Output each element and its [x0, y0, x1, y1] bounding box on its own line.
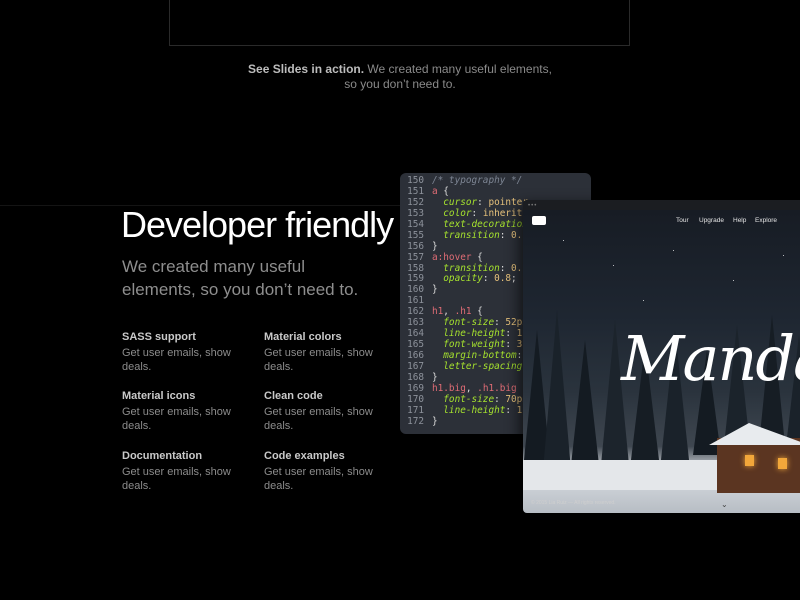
cabin	[717, 438, 800, 493]
code-token: inherit	[482, 207, 523, 219]
feature-desc: Get user emails, show deals.	[264, 466, 373, 492]
code-token: :	[505, 328, 517, 340]
feature-item: Documentation Get user emails, show deal…	[122, 449, 247, 493]
nav-help[interactable]: Help	[733, 217, 746, 224]
feature-desc: Get user emails, show deals.	[264, 406, 373, 432]
feature-item: SASS support Get user emails, show deals…	[122, 330, 247, 374]
line-number: 156	[407, 240, 424, 252]
feature-title: Clean code	[264, 390, 323, 402]
code-token: :	[477, 196, 489, 208]
section-title: Developer friendly	[121, 204, 394, 245]
browser-chrome: •••	[523, 200, 800, 210]
code-token: :	[499, 229, 512, 241]
code-token: letter-spacing	[432, 360, 523, 372]
line-number: 172	[407, 415, 424, 427]
code-token: :	[516, 350, 523, 361]
code-token: }	[432, 415, 438, 427]
code-token: :	[499, 262, 512, 274]
video-frame	[169, 0, 630, 46]
code-token: {	[471, 306, 483, 318]
code-token: h1	[432, 306, 444, 318]
hero-script-title: Mandarin	[621, 322, 800, 395]
section-subtitle: We created many useful elements, so you …	[122, 257, 359, 299]
feature-desc: Get user emails, show deals.	[264, 347, 373, 373]
code-token: margin-bottom	[432, 350, 517, 361]
line-number: 171	[407, 404, 424, 416]
feature-desc: Get user emails, show deals.	[122, 466, 231, 492]
code-token: :	[494, 317, 506, 329]
code-token: line-height	[432, 404, 506, 416]
feature-item: Material colors Get user emails, show de…	[264, 330, 389, 374]
code-token: :	[494, 393, 506, 405]
code-token: .h1	[454, 306, 472, 318]
caption: See Slides in action. We created many us…	[200, 62, 600, 92]
code-token: transition	[432, 262, 500, 274]
feature-desc: Get user emails, show deals.	[122, 347, 231, 373]
feature-title: Material colors	[264, 331, 342, 343]
code-token: color	[432, 207, 472, 219]
code-token: .h1.big	[477, 382, 517, 394]
code-token: {	[471, 251, 483, 263]
window-dots-icon: •••	[528, 203, 538, 209]
nav-explore[interactable]: Explore	[755, 217, 777, 224]
code-token: cursor	[432, 196, 478, 208]
code-token: opacity	[432, 273, 483, 285]
cabin-window	[778, 458, 787, 469]
chevron-down-icon[interactable]: ⌄	[721, 500, 728, 509]
feature-item: Clean code Get user emails, show deals.	[264, 389, 389, 433]
code-line: 150/* typography */	[400, 175, 591, 187]
cabin-window	[745, 455, 754, 466]
feature-item: Code examples Get user emails, show deal…	[264, 449, 389, 493]
line-number: 155	[407, 229, 424, 241]
code-token: line-height	[432, 328, 506, 340]
code-token: {	[437, 185, 449, 197]
feature-desc: Get user emails, show deals.	[122, 406, 231, 432]
code-token: :	[482, 273, 495, 285]
code-token: /* typography */	[432, 175, 523, 186]
code-token: :	[505, 404, 517, 416]
site-logo[interactable]	[532, 216, 546, 225]
code-token: h1.big	[432, 382, 466, 394]
code-token: a:hover	[432, 251, 472, 263]
caption-bold: See Slides in action.	[248, 62, 365, 76]
caption-line2: so you don’t need to.	[344, 77, 456, 91]
feature-title: Code examples	[264, 450, 345, 462]
feature-item: Material icons Get user emails, show dea…	[122, 389, 247, 433]
code-token: ,	[465, 382, 478, 394]
code-token: :	[505, 339, 517, 351]
code-token: text-decoration	[432, 218, 528, 230]
feature-title: Material icons	[122, 390, 196, 402]
code-token: :	[471, 207, 483, 219]
code-token: 0.8	[494, 273, 512, 285]
code-token: ,	[443, 306, 455, 318]
code-token: font-weight	[432, 339, 506, 351]
code-token: }	[432, 284, 438, 296]
code-token: }	[432, 240, 438, 252]
nav-upgrade[interactable]: Upgrade	[699, 217, 724, 224]
code-token: font-size	[432, 393, 495, 405]
feature-title: SASS support	[122, 331, 196, 343]
code-token: font-size	[432, 317, 495, 329]
cabin-roof	[709, 423, 800, 445]
line-number: 157	[407, 251, 424, 263]
code-token: ;	[511, 273, 517, 285]
code-token: transition	[432, 229, 500, 241]
feature-title: Documentation	[122, 450, 203, 462]
code-token: }	[432, 371, 438, 383]
preview-footer: © 2015 Lia Ruiz — All rights reserved.	[531, 500, 616, 506]
nav-tour[interactable]: Tour	[676, 217, 689, 224]
browser-preview: ••• Tour Upgrade Help Explore Mandarin ©…	[523, 200, 800, 513]
caption-line1: We created many useful elements,	[364, 62, 552, 76]
